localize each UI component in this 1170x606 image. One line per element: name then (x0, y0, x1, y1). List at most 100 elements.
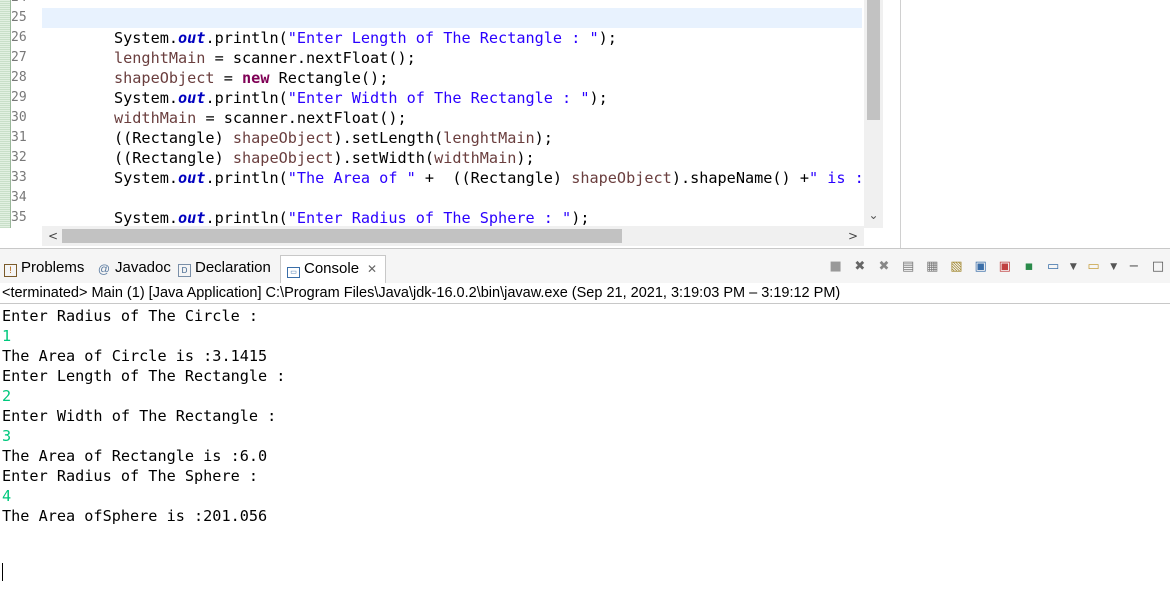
close-icon[interactable]: ✕ (367, 262, 377, 276)
remove-launch-icon[interactable]: ✖ (852, 259, 868, 275)
console-output-line: The Area of Rectangle is :6.0 (2, 447, 268, 465)
console-input-line: 1 (2, 327, 12, 345)
chevron-down-icon[interactable]: ▼ (1069, 259, 1077, 275)
code-token: ); (571, 209, 590, 227)
code-token: " is :" (808, 169, 862, 187)
scroll-left-arrow-icon[interactable]: < (44, 227, 62, 245)
line-number: 29 (11, 90, 27, 105)
code-token: out (178, 209, 206, 227)
editor-gutter (0, 0, 11, 228)
code-token: ); (516, 149, 535, 167)
tab-javadoc-label: Javadoc (115, 259, 171, 276)
editor-vertical-scroll-thumb[interactable] (867, 0, 880, 120)
code-line: System.out.println("The Area of " + ((Re… (114, 168, 862, 188)
code-token: lenghtMain (443, 129, 535, 147)
chevron-down-icon[interactable]: ▼ (1110, 259, 1118, 275)
minimize-icon[interactable]: − (1126, 259, 1142, 275)
code-token: widthMain (114, 109, 197, 127)
code-token: ((Rectangle) (114, 149, 233, 167)
pin-console-icon[interactable]: ▪ (1021, 259, 1037, 275)
code-token: shapeObject (114, 69, 215, 87)
line-number: 31 (11, 130, 27, 145)
line-number: 34 (11, 190, 27, 205)
line-number: 27 (11, 50, 27, 65)
line-number: 35 (11, 210, 27, 225)
code-token: lenghtMain (114, 49, 206, 67)
console-output-line: Enter Width of The Rectangle : (2, 407, 277, 425)
code-line: widthMain = scanner.nextFloat(); (114, 108, 407, 128)
word-wrap-icon[interactable]: ▧ (948, 259, 964, 275)
line-number: 24 (11, 0, 27, 8)
javadoc-icon: @ (97, 262, 111, 276)
tab-declaration[interactable]: D Declaration (178, 257, 271, 279)
console-status-line: <terminated> Main (1) [Java Application]… (0, 283, 1170, 304)
show-on-stdout-icon[interactable]: ▣ (973, 259, 989, 275)
code-token: ); (598, 29, 617, 47)
code-token: ).setLength( (333, 129, 444, 147)
tab-console-label: Console (304, 260, 360, 277)
console-output-line: The Area of Circle is :3.1415 (2, 347, 268, 365)
code-text[interactable]: System.out.println("Enter Length of The … (42, 0, 862, 228)
code-editor[interactable]: 242526272829303132333435 System.out.prin… (0, 0, 886, 248)
code-token: "Enter Radius of The Sphere : " (287, 209, 572, 227)
editor-horizontal-scrollbar[interactable]: < > (42, 226, 864, 246)
code-token: .println( (205, 89, 288, 107)
editor-horizontal-scroll-thumb[interactable] (62, 229, 622, 243)
code-token: = scanner.nextFloat(); (196, 109, 407, 127)
code-token: System. (114, 29, 179, 47)
scroll-lock-icon[interactable]: ▦ (924, 259, 940, 275)
code-line: System.out.println("Enter Length of The … (114, 28, 617, 48)
console-input-line: 4 (2, 487, 12, 505)
console-toolbar: ■ ✖ ✖ ▤ ▦ ▧ ▣ ▣ ▪ ▭ ▼ ▭ ▼ − □ (824, 258, 1166, 276)
code-token: ((Rectangle) (114, 129, 233, 147)
tab-javadoc[interactable]: @ Javadoc (97, 257, 171, 279)
code-token: .println( (205, 209, 288, 227)
code-token: "Enter Length of The Rectangle : " (287, 29, 599, 47)
code-token: Rectangle(); (269, 69, 389, 87)
code-token: shapeObject (571, 169, 672, 187)
code-token: System. (114, 89, 179, 107)
code-token: = scanner.nextFloat(); (205, 49, 416, 67)
panel-tab-bar: ! Problems @ Javadoc D Declaration ▭ Console… (0, 249, 1170, 283)
code-line: ((Rectangle) shapeObject).setLength(leng… (114, 128, 553, 148)
code-token: ); (534, 129, 553, 147)
scroll-down-arrow-icon[interactable]: ⌄ (864, 206, 883, 224)
code-token: shapeObject (232, 129, 334, 147)
console-icon: ▭ (287, 267, 300, 278)
show-on-stderr-icon[interactable]: ▣ (997, 259, 1013, 275)
console-output-line: Enter Radius of The Sphere : (2, 467, 259, 485)
line-number: 26 (11, 30, 27, 45)
clear-console-icon[interactable]: ▤ (900, 259, 916, 275)
console-input-line: 3 (2, 427, 12, 445)
code-line: shapeObject = new Rectangle(); (114, 68, 388, 88)
outline-pane (900, 0, 1170, 248)
scroll-right-arrow-icon[interactable]: > (844, 227, 862, 245)
code-token: out (178, 89, 206, 107)
bottom-panel: ! Problems @ Javadoc D Declaration ▭ Console… (0, 248, 1170, 606)
remove-all-terminated-icon[interactable]: ✖ (876, 259, 892, 275)
console-output-line: Enter Radius of The Circle : (2, 307, 259, 325)
editor-vertical-scrollbar[interactable] (864, 0, 883, 228)
line-number: 32 (11, 150, 27, 165)
tab-console[interactable]: ▭ Console ✕ (280, 255, 387, 283)
code-token: new (242, 69, 270, 87)
terminate-icon[interactable]: ■ (828, 259, 844, 275)
maximize-icon[interactable]: □ (1150, 259, 1166, 275)
problems-icon: ! (4, 264, 17, 277)
console-input-line: 2 (2, 387, 12, 405)
code-token: System. (114, 169, 179, 187)
code-token: "Enter Width of The Rectangle : " (287, 89, 590, 107)
display-selected-console-icon[interactable]: ▭ (1045, 259, 1061, 275)
console-output[interactable]: Enter Radius of The Circle : 1 The Area of… (2, 306, 1152, 596)
tab-problems[interactable]: ! Problems (4, 257, 84, 279)
code-token: widthMain (434, 149, 517, 167)
code-token: .println( (205, 169, 288, 187)
code-token: out (178, 29, 206, 47)
code-token: + ((Rectangle) (415, 169, 572, 187)
code-token: "The Area of " (287, 169, 416, 187)
line-number: 30 (11, 110, 27, 125)
console-scrollbar[interactable] (1158, 306, 1170, 606)
code-token: System. (114, 209, 179, 227)
code-token: ).shapeName() + (671, 169, 809, 187)
open-console-icon[interactable]: ▭ (1085, 259, 1101, 275)
